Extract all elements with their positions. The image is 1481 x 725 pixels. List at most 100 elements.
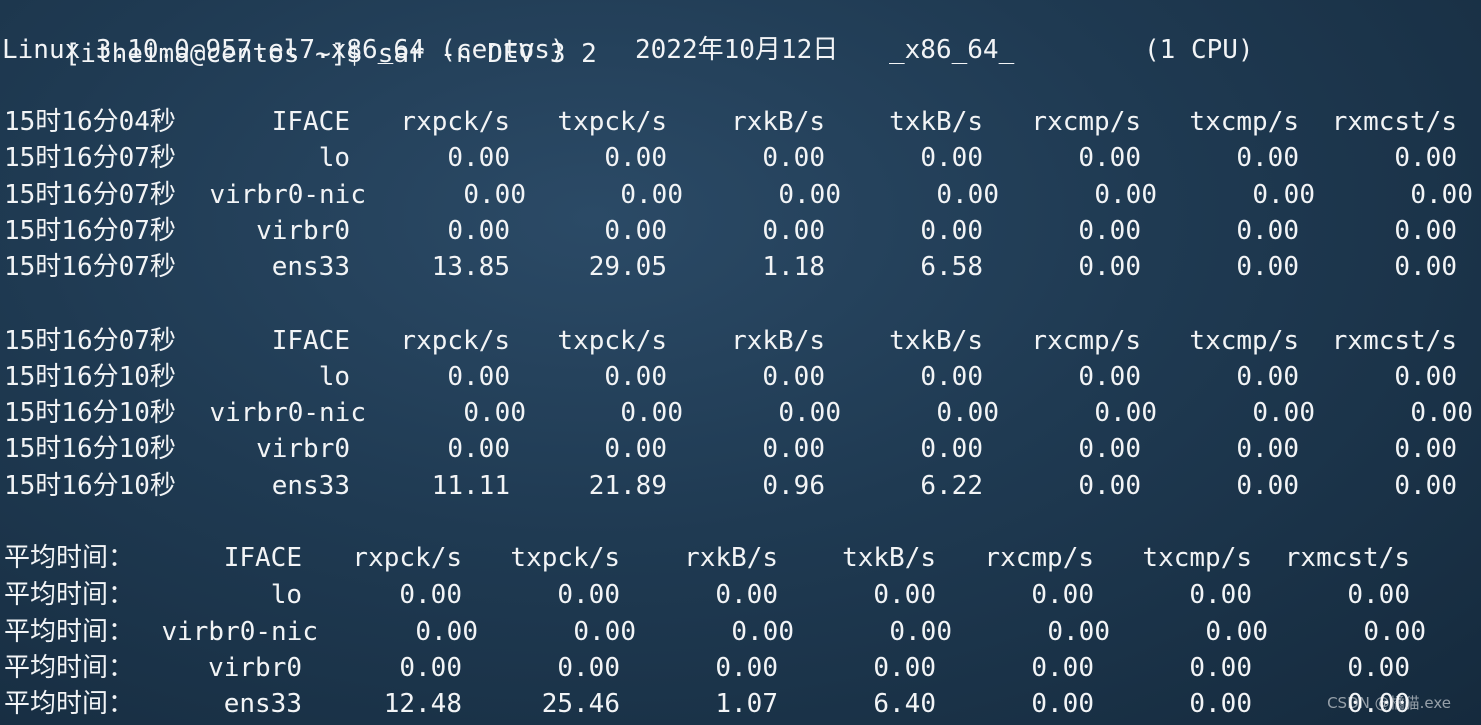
metric-value: 0.00 [447, 362, 510, 392]
metric-value: 0.00 [1394, 216, 1457, 246]
metric-value: 0.00 [557, 580, 620, 610]
metric-value: 0.00 [1252, 180, 1315, 210]
watermark: CSDN @橘猫.exe [1327, 694, 1451, 712]
metric-value: 0.00 [1394, 362, 1457, 392]
metric-value: 0.00 [1094, 180, 1157, 210]
column-header-txkbs: txkB/s [842, 543, 936, 573]
metric-value: 0.00 [557, 653, 620, 683]
metric-value: 12.48 [383, 689, 462, 719]
metric-value: 0.00 [620, 398, 683, 428]
metric-value: 0.00 [1078, 471, 1141, 501]
column-header-rxcmps: rxcmp/s [1031, 107, 1141, 137]
row-timestamp: 15时16分10秒 [4, 398, 176, 428]
metric-value: 0.00 [463, 398, 526, 428]
column-header-rxpcks: rxpck/s [352, 543, 462, 573]
metric-value: 21.89 [588, 471, 667, 501]
metric-value: 0.00 [1410, 180, 1473, 210]
metric-value: 13.85 [431, 252, 510, 282]
metric-value: 1.18 [762, 252, 825, 282]
column-header-rxmcsts: rxmcst/s [1284, 543, 1410, 573]
average-row: 平均时间： ens33 12.48 25.46 1.07 6.40 0.00 0.00 0.00 [2, 686, 1477, 722]
metric-value: 0.00 [1189, 580, 1252, 610]
row-iface: lo [318, 362, 350, 392]
metric-value: 0.00 [1410, 398, 1473, 428]
metric-value: 0.00 [1347, 653, 1410, 683]
average-row: 平均时间： virbr0 0.00 0.00 0.00 0.00 0.00 0.00 0.00 [2, 650, 1477, 686]
metric-value: 0.00 [920, 434, 983, 464]
metric-value: 0.00 [1078, 216, 1141, 246]
table-row: 15时16分07秒 ens33 13.85 29.05 1.18 6.58 0.00 0.00… [2, 249, 1477, 285]
column-header-rxkbs: rxkB/s [731, 326, 825, 356]
average-row: 平均时间： lo 0.00 0.00 0.00 0.00 0.00 0.00 0.00 [2, 577, 1477, 613]
metric-value: 0.00 [604, 362, 667, 392]
metric-value: 0.00 [873, 580, 936, 610]
metric-value: 0.00 [573, 617, 636, 647]
row-iface: virbr0 [208, 653, 302, 683]
row-iface: ens33 [271, 252, 350, 282]
metric-value: 0.96 [762, 471, 825, 501]
metric-value: 0.00 [762, 216, 825, 246]
row-iface: virbr0 [256, 434, 350, 464]
column-header-txcmps: txcmp/s [1189, 326, 1299, 356]
column-header-rxkbs: rxkB/s [684, 543, 778, 573]
metric-value: 0.00 [920, 216, 983, 246]
metric-value: 0.00 [1363, 617, 1426, 647]
row-iface: ens33 [223, 689, 302, 719]
metric-value: 0.00 [1078, 434, 1141, 464]
column-header-rxpcks: rxpck/s [400, 107, 510, 137]
metric-value: 0.00 [715, 580, 778, 610]
metric-value: 0.00 [447, 434, 510, 464]
metric-value: 0.00 [1236, 143, 1299, 173]
architecture: _x86_64_ [889, 35, 1015, 65]
metric-value: 0.00 [399, 653, 462, 683]
metric-value: 0.00 [1236, 471, 1299, 501]
column-header-txkbs: txkB/s [889, 326, 983, 356]
metric-value: 0.00 [415, 617, 478, 647]
metric-value: 0.00 [463, 180, 526, 210]
metric-value: 0.00 [1031, 580, 1094, 610]
table-row: 15时16分07秒 lo 0.00 0.00 0.00 0.00 0.00 0.00 0.00 [2, 140, 1477, 176]
row-iface: virbr0 [256, 216, 350, 246]
cpu-count: (1 CPU) [1144, 35, 1254, 65]
metric-value: 0.00 [762, 434, 825, 464]
metric-value: 0.00 [1236, 252, 1299, 282]
table-row: 15时16分07秒 virbr0 0.00 0.00 0.00 0.00 0.00 0.00 0… [2, 213, 1477, 249]
header-timestamp: 15时16分04秒 [4, 107, 176, 137]
metric-value: 0.00 [1031, 689, 1094, 719]
metric-value: 0.00 [889, 617, 952, 647]
column-header-txpcks: txpck/s [557, 326, 667, 356]
metric-value: 0.00 [873, 653, 936, 683]
metric-value: 0.00 [936, 180, 999, 210]
metric-value: 11.11 [431, 471, 510, 501]
table-row: 15时16分10秒 lo 0.00 0.00 0.00 0.00 0.00 0.00 0.00 [2, 359, 1477, 395]
metric-value: 0.00 [447, 143, 510, 173]
table-row: 15时16分10秒 virbr0-nic 0.00 0.00 0.00 0.00 0.00 0… [2, 395, 1477, 431]
metric-value: 0.00 [1094, 398, 1157, 428]
metric-value: 0.00 [1394, 143, 1457, 173]
metric-value: 0.00 [936, 398, 999, 428]
system-info-line: Linux 3.10.0-957.el7.x86_64 (centos) 202… [2, 32, 1472, 68]
table-header-row: 15时16分04秒 IFACE rxpck/s txpck/s rxkB/s txkB/s… [2, 104, 1477, 140]
metric-value: 0.00 [1189, 653, 1252, 683]
metric-value: 0.00 [920, 143, 983, 173]
metric-value: 0.00 [1394, 471, 1457, 501]
metric-value: 6.22 [920, 471, 983, 501]
row-iface: ens33 [271, 471, 350, 501]
metric-value: 1.07 [715, 689, 778, 719]
metric-value: 0.00 [1031, 653, 1094, 683]
command-prompt-line: [itheima@centos ~]$ sar -n DEV 3 2 [2, 0, 597, 69]
metric-value: 0.00 [778, 180, 841, 210]
metric-value: 0.00 [715, 653, 778, 683]
column-header-rxcmps: rxcmp/s [984, 543, 1094, 573]
table-row: 15时16分10秒 ens33 11.11 21.89 0.96 6.22 0.00 0.00… [2, 468, 1477, 504]
metric-value: 29.05 [588, 252, 667, 282]
column-header-rxcmps: rxcmp/s [1031, 326, 1141, 356]
metric-value: 0.00 [778, 398, 841, 428]
terminal-window[interactable]: [itheima@centos ~]$ sar -n DEV 3 2 Linux… [0, 0, 1481, 725]
row-iface: virbr0-nic [161, 617, 318, 647]
metric-value: 0.00 [1205, 617, 1268, 647]
metric-value: 6.58 [920, 252, 983, 282]
column-header-txcmps: txcmp/s [1142, 543, 1252, 573]
column-header-iface: IFACE [223, 543, 302, 573]
column-header-iface: IFACE [271, 107, 350, 137]
